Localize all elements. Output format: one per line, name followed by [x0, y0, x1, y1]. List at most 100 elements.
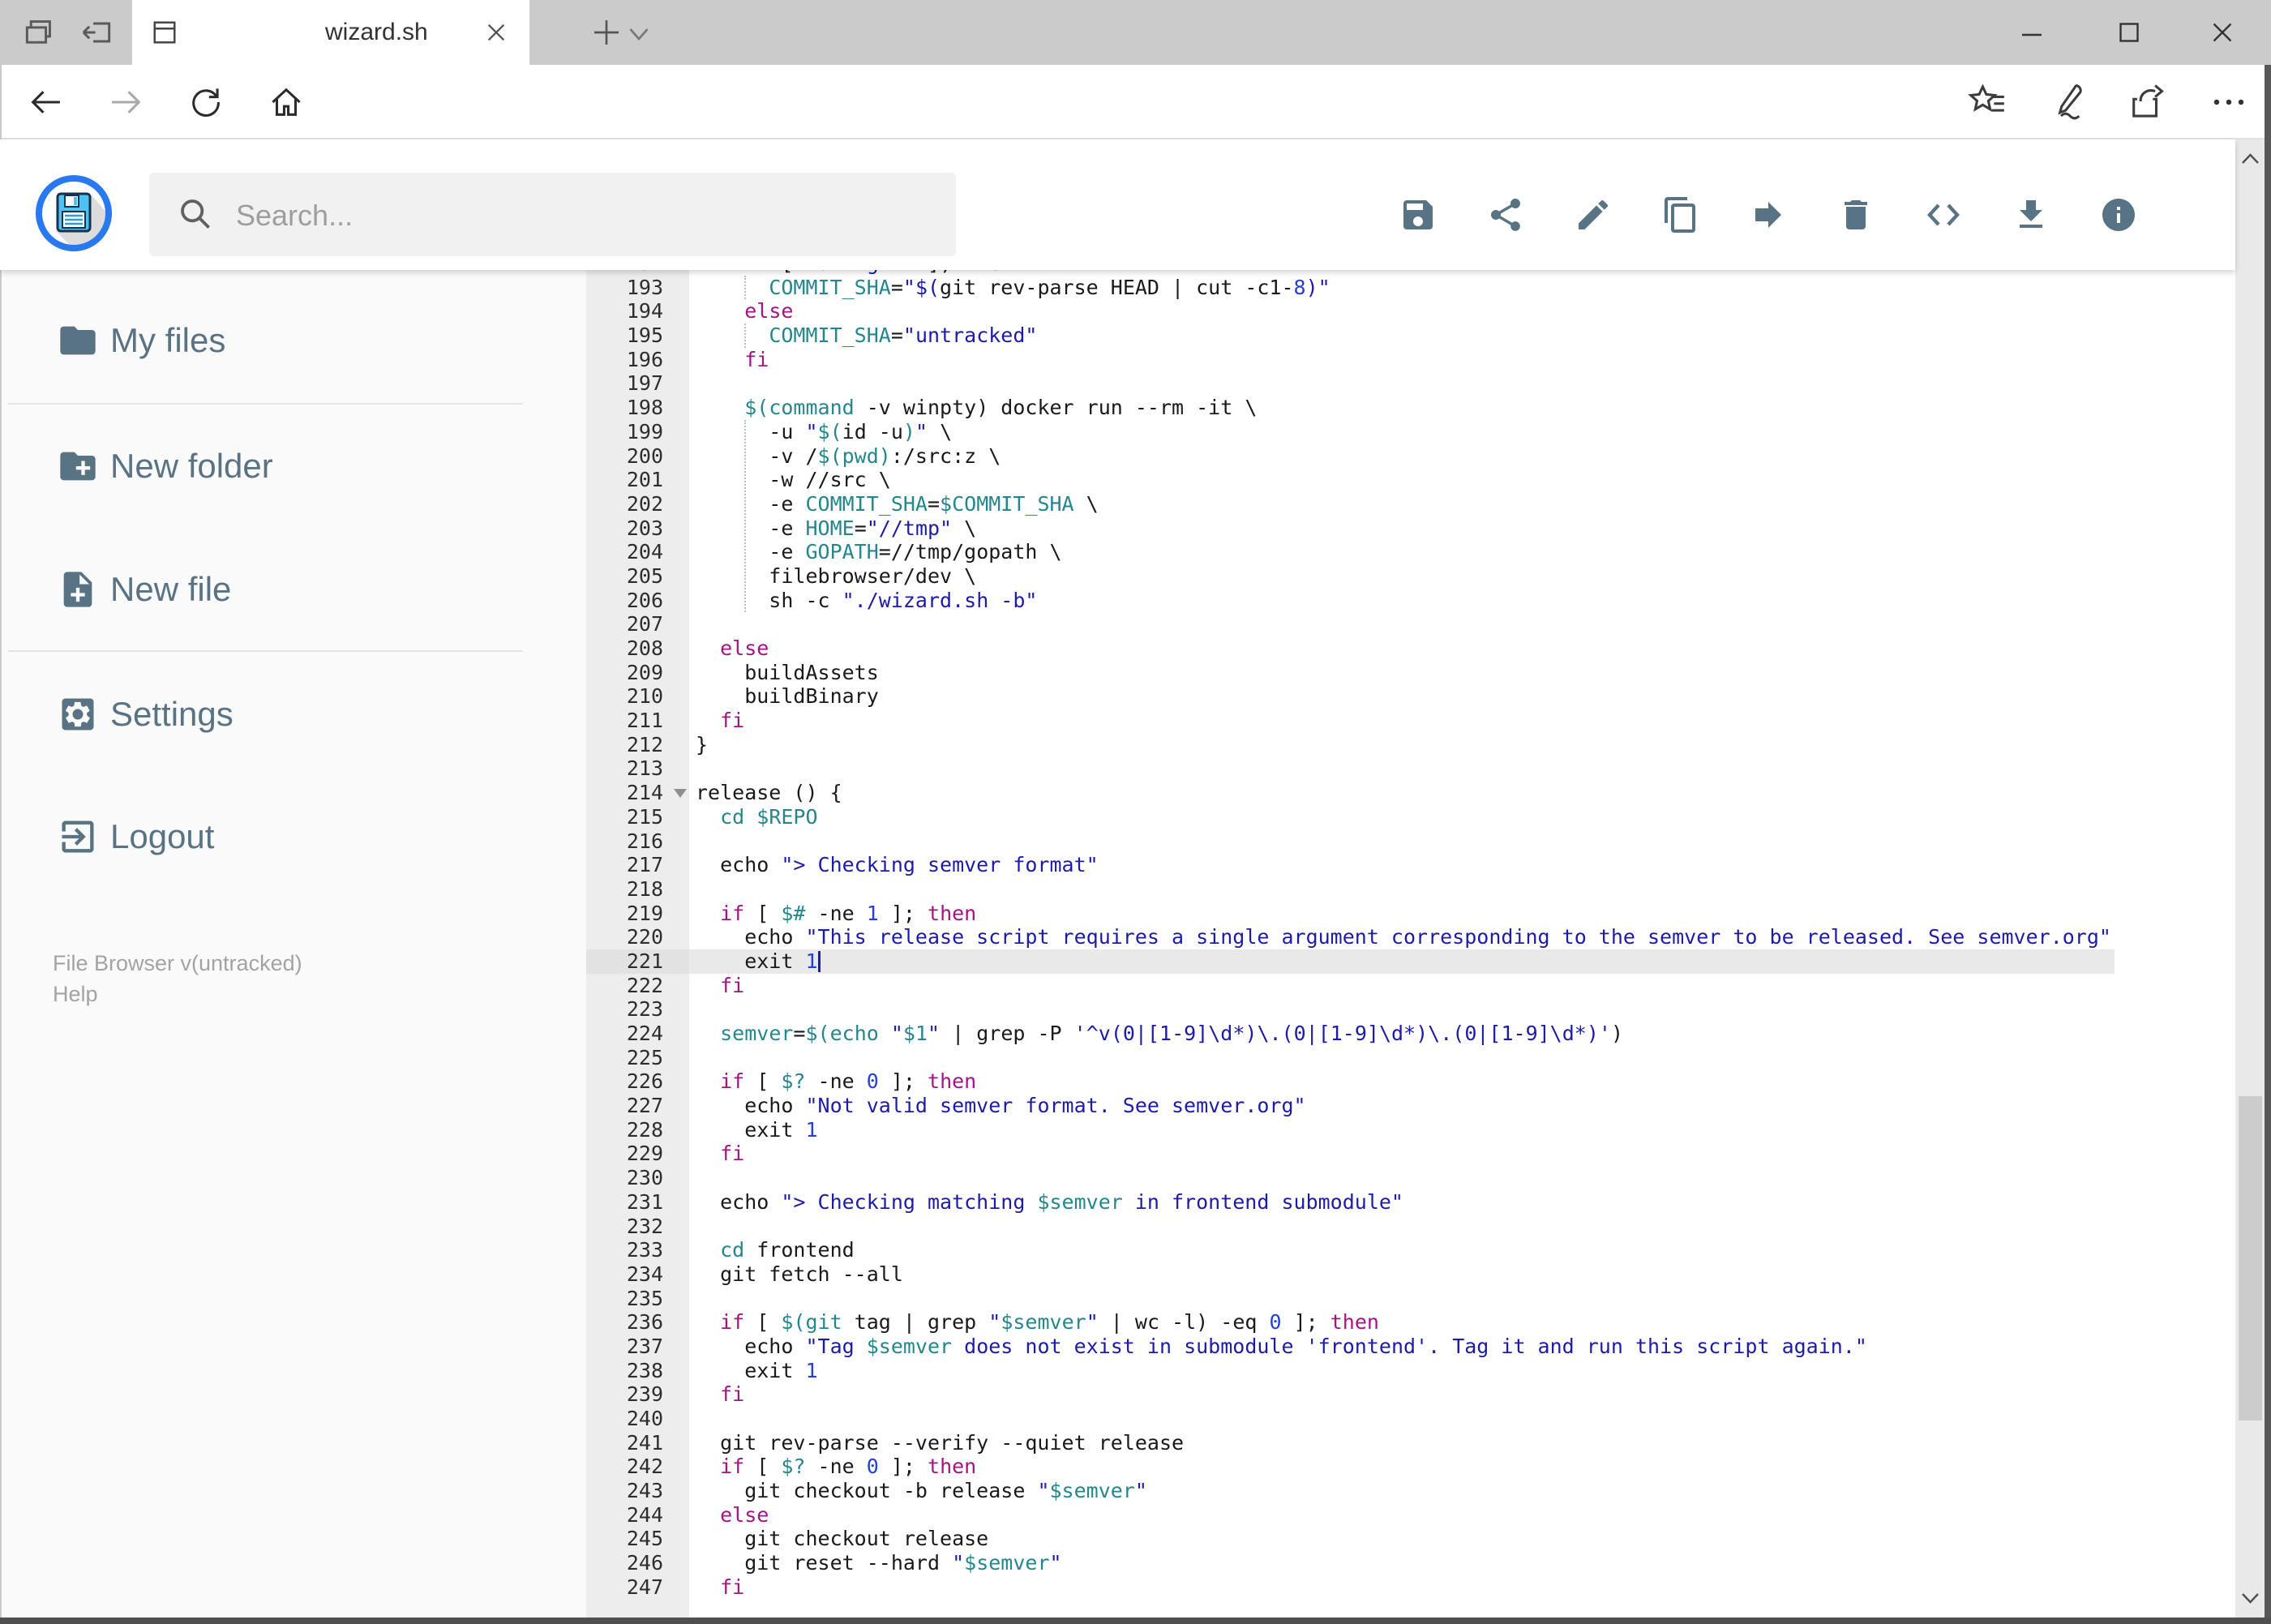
code-line[interactable]: semver=$(echo "$1" | grep -P '^v(0|[1-9]…	[689, 1022, 2115, 1046]
code-line[interactable]: if [ $? -ne 0 ]; then	[689, 1455, 2115, 1479]
search-input[interactable]	[234, 173, 935, 258]
code-line[interactable]: fi	[689, 974, 2115, 998]
code-line[interactable]	[689, 829, 2115, 854]
code-line[interactable]: -u "$(id -u)" \	[689, 420, 2115, 444]
floppy-logo-icon[interactable]	[33, 173, 114, 254]
copy-button[interactable]	[1661, 195, 1700, 234]
code-line[interactable]: fi	[689, 1142, 2115, 1166]
code-line[interactable]: release () {	[689, 781, 2115, 805]
tabs-chevron-icon[interactable]	[624, 23, 653, 45]
code-line[interactable]: echo "> Checking matching $semver in fro…	[689, 1190, 2115, 1215]
code-line[interactable]: else	[689, 636, 2115, 661]
scroll-up-icon[interactable]	[2239, 149, 2262, 169]
code-line[interactable]	[689, 1046, 2115, 1070]
code-line[interactable]: buildAssets	[689, 661, 2115, 685]
maximize-icon[interactable]	[2111, 18, 2147, 47]
download-button[interactable]	[2012, 195, 2050, 234]
vertical-scrollbar[interactable]	[2235, 139, 2265, 1618]
code-line[interactable]: git rev-parse --verify --quiet release	[689, 1431, 2115, 1455]
code-line[interactable]	[689, 371, 2115, 396]
code-line[interactable]	[689, 1287, 2115, 1311]
new-tab-icon[interactable]	[590, 16, 623, 49]
code-editor[interactable]: 1921931941951961971981992002012022032042…	[586, 270, 2235, 1618]
code-token: -w //src \	[696, 468, 891, 492]
code-line[interactable]: -v /$(pwd):/src:z \	[689, 444, 2115, 469]
code-line[interactable]: git checkout release	[689, 1527, 2115, 1551]
code-line[interactable]	[689, 997, 2115, 1022]
move-button[interactable]	[1749, 195, 1788, 234]
more-ellipsis-icon[interactable]	[2210, 92, 2247, 112]
sidebar-item-logout[interactable]: Logout	[2, 816, 569, 858]
code-line[interactable]	[689, 1407, 2115, 1431]
code-line[interactable]: -e HOME="//tmp" \	[689, 516, 2115, 541]
code-line[interactable]: fi	[689, 709, 2115, 733]
code-line[interactable]: exit 1	[689, 949, 2115, 974]
code-line[interactable]: echo "This release script requires a sin…	[689, 925, 2115, 949]
sidebar-item-new-folder[interactable]: New folder	[2, 445, 569, 487]
code-line[interactable]	[689, 877, 2115, 902]
favorites-list-icon[interactable]	[1967, 81, 2007, 122]
close-tab-icon[interactable]	[485, 21, 508, 44]
code-line[interactable]	[689, 612, 2115, 636]
code-line[interactable]	[689, 1215, 2115, 1239]
code-line[interactable]: echo "Tag $semver does not exist in subm…	[689, 1335, 2115, 1359]
home-icon[interactable]	[268, 84, 305, 121]
edit-button[interactable]	[1574, 195, 1613, 234]
back-icon[interactable]	[27, 84, 64, 121]
fold-arrow-icon[interactable]	[674, 789, 687, 799]
sidebar-item-my-files[interactable]: My files	[2, 319, 569, 362]
code-line[interactable]	[689, 1166, 2115, 1190]
code-line[interactable]: exit 1	[689, 1359, 2115, 1383]
code-button[interactable]	[1924, 195, 1963, 234]
code-line[interactable]: fi	[689, 1382, 2115, 1407]
forward-icon[interactable]	[108, 84, 145, 121]
scroll-down-icon[interactable]	[2239, 1588, 2262, 1608]
scrollbar-thumb[interactable]	[2239, 1096, 2262, 1420]
code-line[interactable]: else	[689, 299, 2115, 324]
refresh-icon[interactable]	[187, 84, 225, 121]
code-line[interactable]: filebrowser/dev \	[689, 564, 2115, 589]
sidebar-item-settings[interactable]: Settings	[2, 693, 569, 735]
code-line[interactable]: COMMIT_SHA="untracked"	[689, 324, 2115, 348]
minimize-icon[interactable]	[2014, 18, 2050, 47]
web-note-pen-icon[interactable]	[2046, 81, 2087, 122]
code-line[interactable]: fi	[689, 348, 2115, 372]
share-button[interactable]	[1486, 195, 1525, 234]
code-line[interactable]: cd $REPO	[689, 805, 2115, 829]
code-line[interactable]: echo "Not valid semver format. See semve…	[689, 1094, 2115, 1118]
close-window-icon[interactable]	[2205, 18, 2240, 47]
delete-button[interactable]	[1836, 195, 1875, 234]
info-button[interactable]	[2099, 195, 2138, 234]
tab-preview-icon[interactable]	[21, 15, 57, 50]
save-button[interactable]	[1399, 195, 1438, 234]
code-line[interactable]: git reset --hard "$semver"	[689, 1551, 2115, 1575]
share-icon[interactable]	[2126, 81, 2166, 122]
code-line[interactable]: COMMIT_SHA="$(git rev-parse HEAD | cut -…	[689, 276, 2115, 300]
editor-code-area[interactable]: if [ -d ".git" ]; then COMMIT_SHA="$(git…	[689, 270, 2235, 1600]
code-line[interactable]: }	[689, 733, 2115, 757]
tab-wizard-sh[interactable]: wizard.sh	[132, 0, 529, 65]
code-line[interactable]: $(command -v winpty) docker run --rm -it…	[689, 396, 2115, 420]
code-line[interactable]	[689, 756, 2115, 781]
code-line[interactable]: if [ $# -ne 1 ]; then	[689, 902, 2115, 926]
sidebar-item-new-file[interactable]: New file	[2, 568, 569, 611]
code-line[interactable]: cd frontend	[689, 1238, 2115, 1262]
code-line[interactable]: exit 1	[689, 1118, 2115, 1142]
code-line[interactable]: echo "> Checking semver format"	[689, 853, 2115, 877]
code-line[interactable]: if [ $? -ne 0 ]; then	[689, 1069, 2115, 1094]
code-line[interactable]: git checkout -b release "$semver"	[689, 1479, 2115, 1503]
code-line[interactable]: if [ $(git tag | grep "$semver" | wc -l)…	[689, 1310, 2115, 1335]
set-tabs-aside-icon[interactable]	[79, 15, 115, 50]
code-line[interactable]: fi	[689, 1575, 2115, 1600]
code-line[interactable]: -e GOPATH=//tmp/gopath \	[689, 540, 2115, 564]
code-line[interactable]: if [ -d ".git" ]; then	[689, 270, 2115, 276]
code-line[interactable]: -w //src \	[689, 468, 2115, 492]
horizontal-scrollbar[interactable]	[0, 1618, 2271, 1624]
code-line[interactable]: git fetch --all	[689, 1262, 2115, 1287]
help-link[interactable]: Help	[53, 982, 98, 1007]
code-line[interactable]: -e COMMIT_SHA=$COMMIT_SHA \	[689, 492, 2115, 516]
code-line[interactable]: sh -c "./wizard.sh -b"	[689, 589, 2115, 613]
code-line[interactable]: else	[689, 1503, 2115, 1528]
code-line[interactable]: buildBinary	[689, 684, 2115, 709]
